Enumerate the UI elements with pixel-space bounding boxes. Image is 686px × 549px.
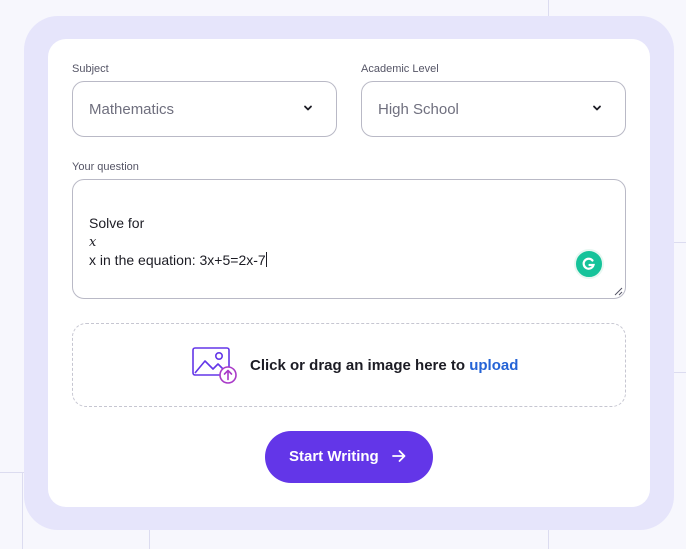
- subject-value: Mathematics: [89, 101, 175, 118]
- question-text-line: Solve for: [89, 215, 145, 231]
- academic-level-select[interactable]: High School: [361, 81, 626, 137]
- arrow-right-icon: [392, 450, 406, 462]
- subject-label: Subject: [72, 63, 109, 75]
- chevron-down-icon: [304, 105, 312, 111]
- grammarly-icon[interactable]: [574, 249, 604, 279]
- upload-instruction: Click or drag an image here to upload: [250, 357, 518, 374]
- text-caret: [265, 252, 267, 267]
- upload-link[interactable]: upload: [469, 357, 518, 374]
- question-label: Your question: [72, 161, 139, 173]
- background-grid-line: [674, 242, 686, 243]
- subject-select[interactable]: Mathematics: [72, 81, 337, 137]
- background-grid-line: [0, 472, 24, 473]
- question-textarea[interactable]: Solve for x x in the equation: 3x+5=2x-7: [72, 179, 626, 299]
- start-writing-button[interactable]: Start Writing: [265, 431, 433, 483]
- background-grid-line: [22, 472, 23, 549]
- academic-level-label: Academic Level: [361, 63, 439, 75]
- question-text-line: x in the equation: 3x+5=2x-7: [89, 252, 267, 268]
- academic-level-value: High School: [378, 101, 459, 118]
- question-math-variable: x: [89, 235, 97, 250]
- start-writing-label: Start Writing: [289, 448, 379, 465]
- chevron-down-icon: [593, 105, 601, 111]
- upload-instruction-text: Click or drag an image here to: [250, 357, 470, 374]
- background-grid-line: [674, 372, 686, 373]
- question-equation: x in the equation: 3x+5=2x-7: [89, 252, 266, 268]
- resize-handle-icon[interactable]: [614, 287, 623, 296]
- image-upload-icon: [192, 347, 237, 384]
- image-upload-dropzone[interactable]: Click or drag an image here to upload: [72, 323, 626, 407]
